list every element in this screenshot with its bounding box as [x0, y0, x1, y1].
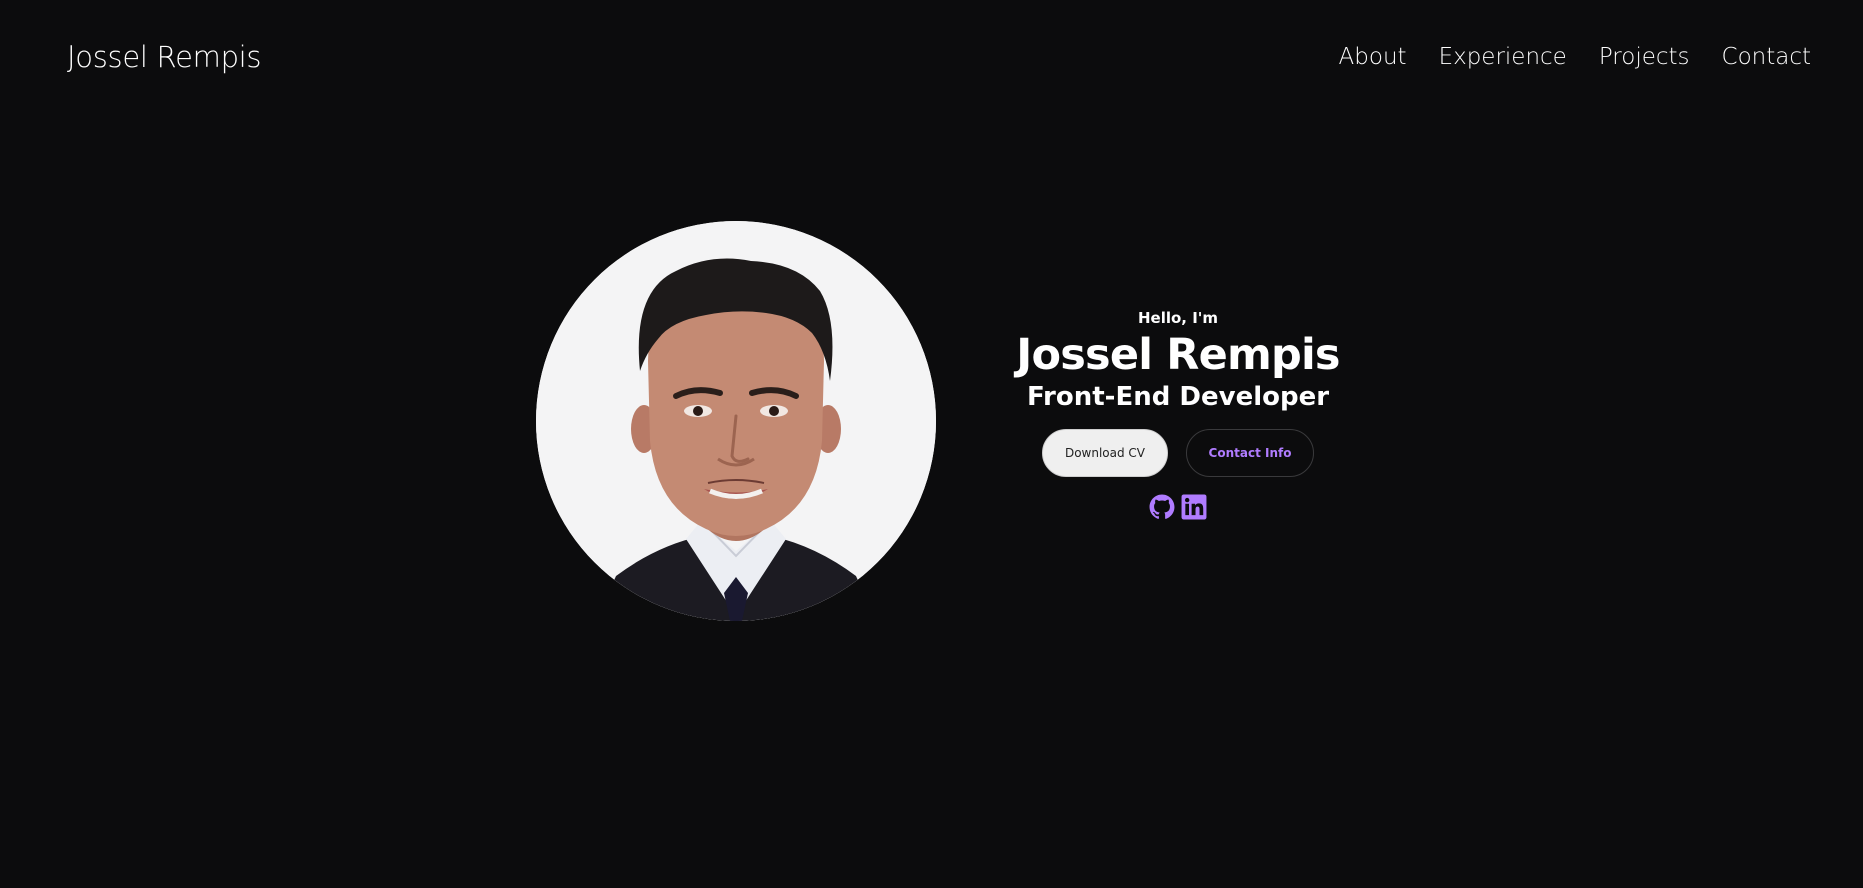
linkedin-icon[interactable]: [1181, 494, 1207, 520]
hero-name: Jossel Rempis: [1016, 330, 1340, 380]
social-links: [978, 494, 1378, 520]
greeting-text: Hello, I'm: [1137, 309, 1219, 327]
top-navigation: Jossel Rempis About Experience Projects …: [0, 0, 1863, 124]
page: Jossel Rempis About Experience Projects …: [0, 0, 1863, 888]
download-cv-button[interactable]: Download CV: [1042, 429, 1168, 477]
site-logo[interactable]: Jossel Rempis: [67, 40, 262, 74]
nav-link-contact[interactable]: Contact: [1722, 44, 1811, 70]
nav-link-about[interactable]: About: [1339, 44, 1407, 70]
hero-section: Hello, I'm Jossel Rempis Front-End Devel…: [0, 221, 1863, 621]
nav-link-projects[interactable]: Projects: [1599, 44, 1690, 70]
profile-photo-illustration: [536, 221, 936, 621]
profile-photo: [536, 221, 936, 621]
hero-intro: Hello, I'm Jossel Rempis Front-End Devel…: [978, 309, 1378, 520]
nav-links: About Experience Projects Contact: [1339, 44, 1811, 70]
hero-buttons: Download CV Contact Info: [978, 429, 1378, 477]
github-icon[interactable]: [1149, 494, 1175, 520]
hero-role: Front-End Developer: [1026, 382, 1330, 412]
contact-info-button[interactable]: Contact Info: [1186, 429, 1314, 477]
nav-link-experience[interactable]: Experience: [1439, 44, 1567, 70]
